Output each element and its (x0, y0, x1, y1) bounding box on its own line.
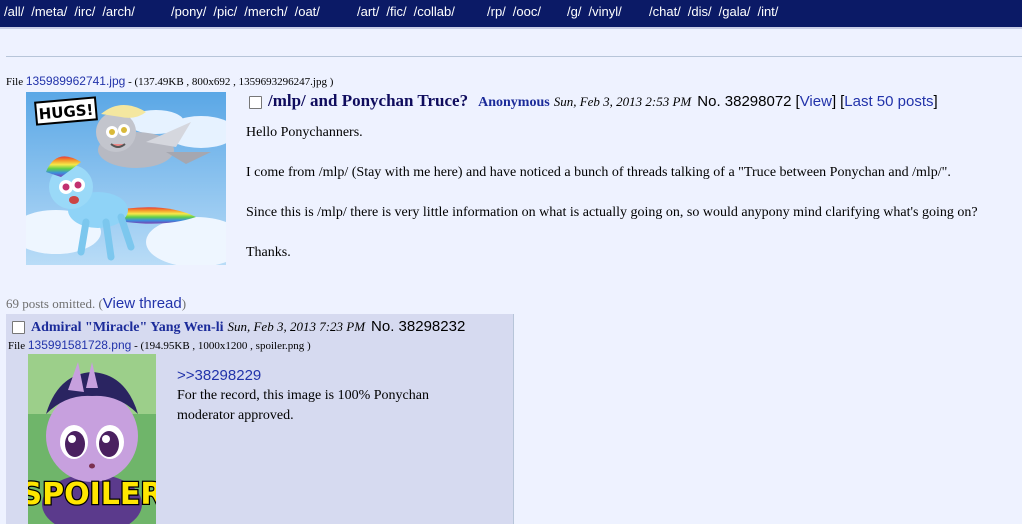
nav-link-g[interactable]: /g/ (567, 4, 581, 19)
reply-image-thumbnail[interactable]: SPOILER (28, 354, 156, 524)
reply-body-line: For the record, this image is 100% Ponyc… (177, 388, 429, 403)
nav-link-art[interactable]: /art/ (357, 4, 379, 19)
nav-link-rp[interactable]: /rp/ (487, 4, 506, 19)
nav-link-oat[interactable]: /oat/ (295, 4, 320, 19)
reply-poster-name: Admiral "Miracle" Yang Wen-li (31, 320, 224, 335)
reply-post-number[interactable]: No. 38298232 (371, 318, 465, 335)
omitted-close: ) (181, 296, 187, 311)
nav-link-meta[interactable]: /meta/ (31, 4, 67, 19)
reply-post: Admiral "Miracle" Yang Wen-li Sun, Feb 3,… (6, 314, 514, 524)
op-file-label: File (6, 76, 24, 88)
nav-link-gala[interactable]: /gala/ (719, 4, 751, 19)
op-file-link[interactable]: 135989962741.jpg (26, 74, 125, 88)
op-body-line: I come from /mlp/ (Stay with me here) an… (246, 165, 951, 180)
reply-post-header: Admiral "Miracle" Yang Wen-li Sun, Feb 3,… (12, 318, 465, 336)
reply-file-label: File (8, 340, 26, 352)
reply-file-info: File 135991581728.png - (194.95KB , 1000… (8, 338, 311, 352)
op-post-number[interactable]: No. 38298072 (697, 93, 791, 110)
nav-link-irc[interactable]: /irc/ (74, 4, 95, 19)
quote-link[interactable]: >>38298229 (177, 366, 429, 386)
last-50-posts-link[interactable]: Last 50 posts (844, 93, 933, 110)
op-post-date: Sun, Feb 3, 2013 2:53 PM (553, 94, 692, 109)
view-thread-link[interactable]: View (800, 93, 832, 110)
spoiler-label: SPOILER (28, 477, 156, 512)
bracket-close: ] (933, 93, 938, 110)
nav-group-misc: /g/ /vinyl/ (567, 4, 629, 19)
nav-link-fic[interactable]: /fic/ (386, 4, 406, 19)
op-file-info: File 135989962741.jpg - (137.49KB , 800x… (6, 74, 333, 88)
nav-group-pony: /pony/ /pic/ /merch/ /oat/ (171, 4, 327, 19)
op-post-header: /mlp/ and Ponychan Truce? Anonymous Sun, F… (249, 91, 938, 111)
op-poster-name: Anonymous (478, 95, 550, 110)
reply-post-checkbox[interactable] (12, 320, 25, 334)
op-subject: /mlp/ and Ponychan Truce? (268, 91, 469, 110)
reply-post-body: >>38298229 For the record, this image is… (177, 366, 429, 426)
bracket-close: ] (831, 93, 837, 110)
twilight-spoiler-illustration: SPOILER (28, 354, 156, 524)
nav-link-arch[interactable]: /arch/ (102, 4, 135, 19)
nav-group-creative: /art/ /fic/ /collab/ (357, 4, 462, 19)
board-navigation-bar: /all/ /meta/ /irc/ /arch/ /pony/ /pic/ /merch… (0, 0, 1022, 29)
nav-link-collab[interactable]: /collab/ (414, 4, 455, 19)
op-body-line: Since this is /mlp/ there is very little… (246, 205, 978, 220)
reply-file-link[interactable]: 135991581728.png (28, 338, 131, 352)
nav-link-ooc[interactable]: /ooc/ (513, 4, 541, 19)
op-post-checkbox[interactable] (249, 95, 262, 109)
nav-group-general: /all/ /meta/ /irc/ /arch/ (4, 4, 142, 19)
nav-link-merch[interactable]: /merch/ (244, 4, 287, 19)
posts-omitted-notice: 69 posts omitted. (View thread) (6, 295, 186, 312)
op-body-line: Thanks. (246, 245, 291, 260)
nav-link-chat[interactable]: /chat/ (649, 4, 681, 19)
pony-hug-illustration: HUGS! (26, 92, 226, 265)
reply-file-meta: - (194.95KB , 1000x1200 , spoiler.png ) (131, 340, 311, 352)
nav-link-vinyl[interactable]: /vinyl/ (588, 4, 621, 19)
reply-body-line: moderator approved. (177, 408, 294, 423)
reply-post-date: Sun, Feb 3, 2013 7:23 PM (227, 319, 366, 334)
op-file-meta: - (137.49KB , 800x692 , 1359693296247.jp… (125, 76, 334, 88)
op-image-thumbnail[interactable]: HUGS! (26, 92, 226, 265)
nav-link-int[interactable]: /int/ (757, 4, 778, 19)
nav-link-pic[interactable]: /pic/ (213, 4, 237, 19)
nav-link-all[interactable]: /all/ (4, 4, 24, 19)
view-thread-link-omitted[interactable]: View thread (103, 295, 182, 312)
divider (6, 56, 1022, 57)
omitted-text: 69 posts omitted. ( (6, 296, 103, 311)
nav-link-dis[interactable]: /dis/ (688, 4, 712, 19)
nav-link-pony[interactable]: /pony/ (171, 4, 206, 19)
op-body-line: Hello Ponychanners. (246, 125, 363, 140)
nav-group-chat: /chat/ /dis/ /gala/ /int/ (649, 4, 785, 19)
nav-group-roleplay: /rp/ /ooc/ (487, 4, 548, 19)
